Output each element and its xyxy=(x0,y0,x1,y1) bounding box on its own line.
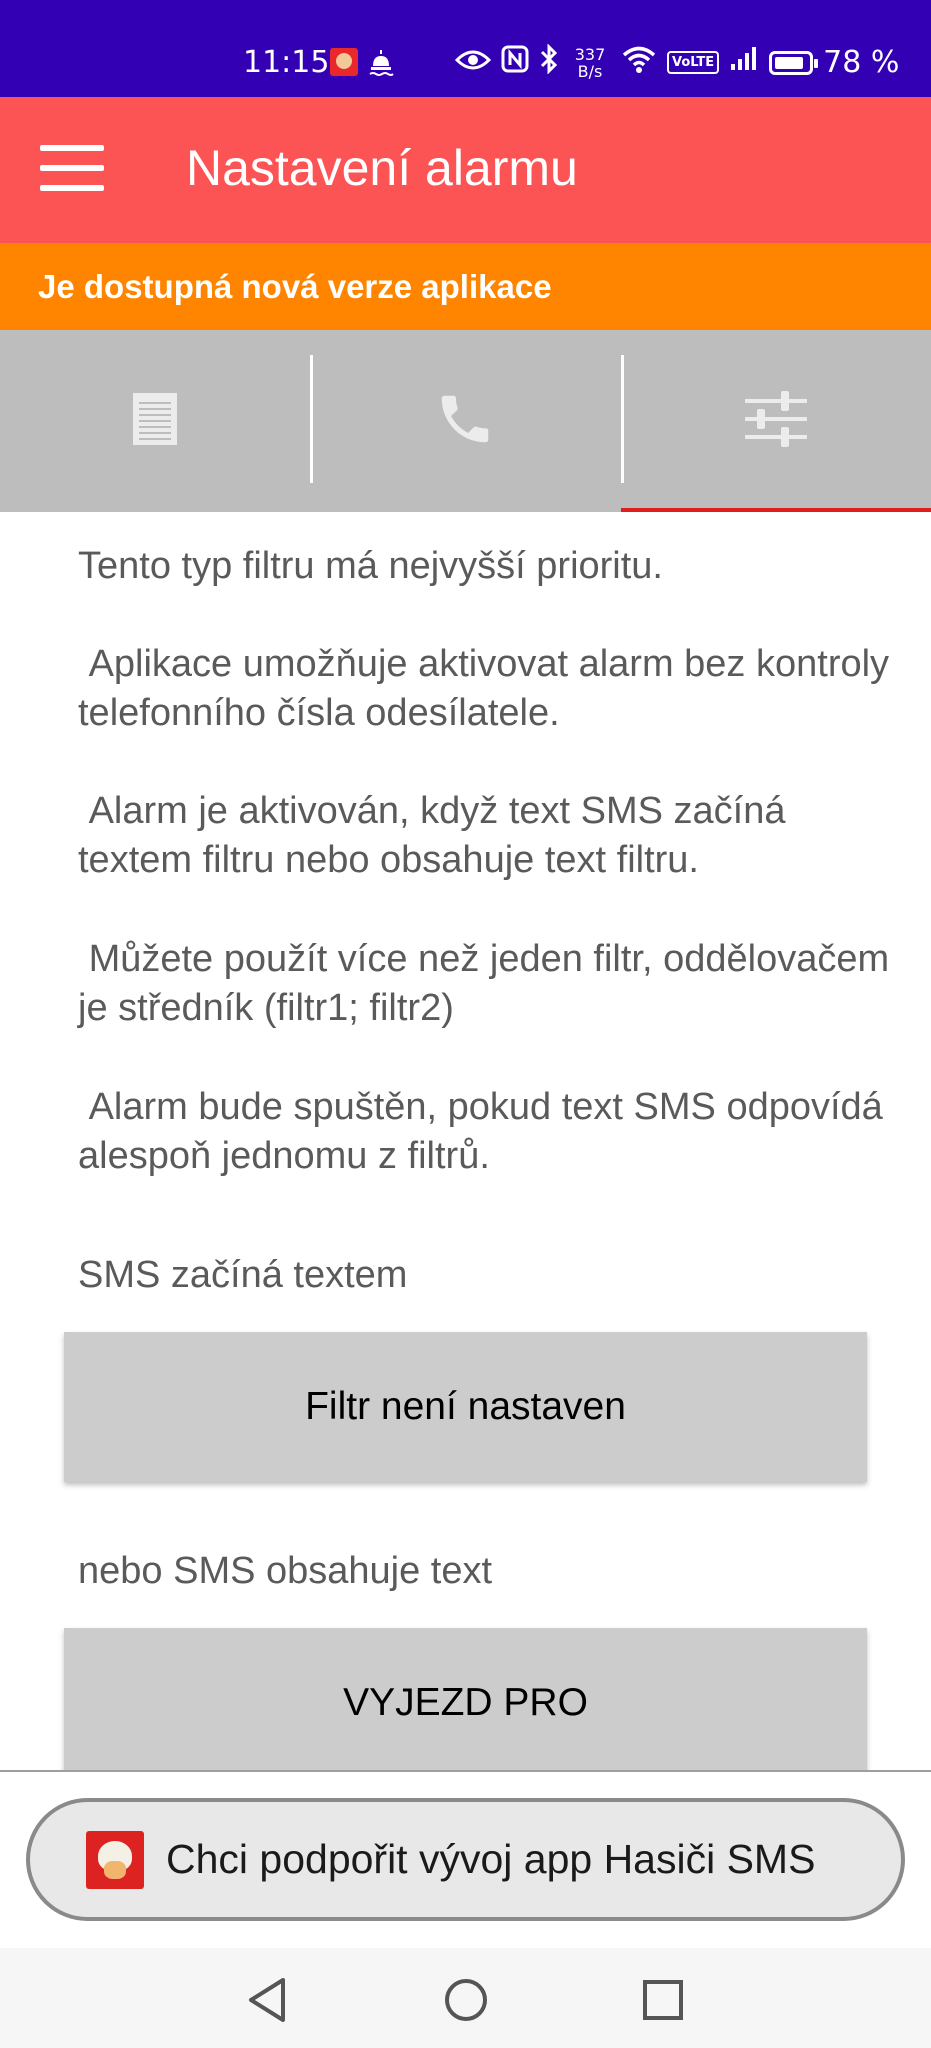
tab-filter-settings[interactable] xyxy=(620,330,931,512)
hamburger-menu-icon[interactable] xyxy=(40,145,104,193)
nfc-icon xyxy=(501,45,529,80)
network-speed-value: 337 xyxy=(574,44,606,64)
app-logo-icon xyxy=(86,1830,144,1889)
status-icons: 337 B/s VoLTE 78 % xyxy=(454,43,900,81)
back-icon[interactable] xyxy=(237,1970,297,2030)
eye-icon xyxy=(454,46,492,79)
volte-icon: VoLTE xyxy=(667,51,720,74)
info-paragraph-priority: Tento typ filtru má nejvyšší prioritu. xyxy=(78,545,663,587)
status-bar: 11:15 337 B/s VoLTE 78 % xyxy=(0,0,931,97)
info-paragraph-activation: Alarm je aktivován, když text SMS začíná… xyxy=(78,790,797,881)
filter-settings-content: Tento typ filtru má nejvyšší prioritu. A… xyxy=(0,512,931,1772)
tab-document[interactable] xyxy=(0,330,310,512)
page-title: Nastavení alarmu xyxy=(186,140,578,196)
info-paragraph-no-number-check: Aplikace umožňuje aktivovat alarm bez ko… xyxy=(78,643,900,734)
sliders-icon xyxy=(743,386,809,456)
network-speed: 337 B/s xyxy=(569,46,611,80)
document-icon xyxy=(131,391,179,451)
battery-level: 78 % xyxy=(823,45,900,80)
phone-icon xyxy=(434,388,496,454)
tab-bar xyxy=(0,330,931,512)
system-navigation-bar xyxy=(0,1948,931,2048)
starts-with-filter-button[interactable]: Filtr není nastaven xyxy=(64,1332,867,1482)
tab-phone[interactable] xyxy=(310,330,620,512)
update-available-banner[interactable]: Je dostupná nová verze aplikace xyxy=(0,243,931,330)
info-paragraph-trigger: Alarm bude spuštěn, pokud text SMS odpov… xyxy=(78,1086,894,1177)
bluetooth-icon xyxy=(539,43,559,81)
alarm-icon xyxy=(368,48,394,82)
wifi-icon xyxy=(621,45,657,80)
app-bar: Nastavení alarmu xyxy=(0,97,931,243)
home-icon[interactable] xyxy=(436,1970,496,2030)
contains-filter-button[interactable]: VYJEZD PRO xyxy=(64,1628,867,1772)
support-development-button[interactable]: Chci podpořit vývoj app Hasiči SMS xyxy=(26,1798,905,1921)
contains-label: nebo SMS obsahuje text xyxy=(78,1550,493,1592)
status-time: 11:15 xyxy=(243,45,330,80)
battery-icon xyxy=(769,50,819,75)
support-button-label: Chci podpořit vývoj app Hasiči SMS xyxy=(166,1836,816,1882)
starts-with-label: SMS začíná textem xyxy=(78,1254,408,1296)
network-speed-unit: B/s xyxy=(577,61,603,81)
app-notification-icon xyxy=(330,48,358,76)
info-paragraph-multiple-filters: Můžete použít více než jeden filtr, oddě… xyxy=(78,938,900,1029)
signal-icon xyxy=(729,46,759,79)
recents-icon[interactable] xyxy=(633,1970,693,2030)
